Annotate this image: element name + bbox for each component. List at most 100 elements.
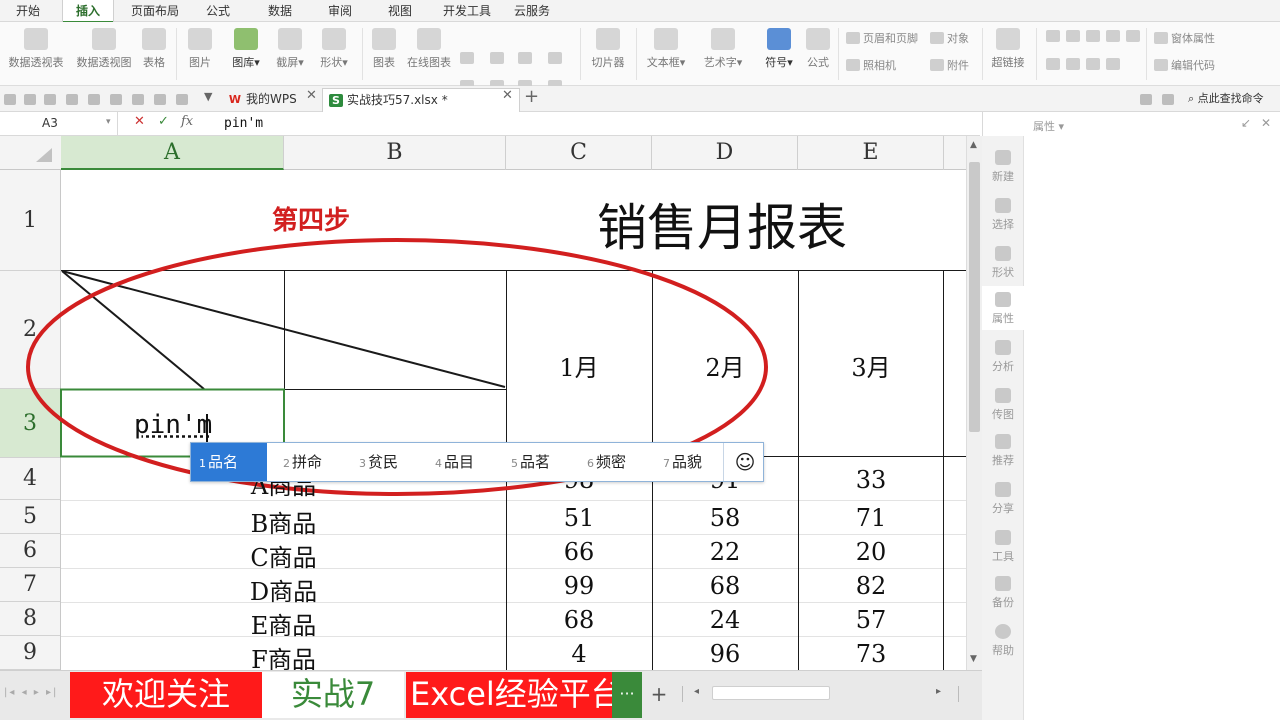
shape-icon: [995, 246, 1011, 261]
ribbon-separator: [1146, 28, 1147, 80]
value-cell: 82: [855, 572, 887, 600]
product-name: C商品: [250, 544, 317, 572]
side-item-upload-image[interactable]: 传图: [982, 388, 1024, 422]
add-sheet-button[interactable]: +: [648, 672, 670, 718]
search-icon: ⌕: [1188, 92, 1195, 105]
properties-icon: [995, 292, 1011, 307]
text-cursor: [206, 414, 208, 442]
analysis-icon: [995, 340, 1011, 355]
scroll-right-icon[interactable]: ▸: [936, 686, 941, 697]
editing-cell-text[interactable]: pin'm: [134, 410, 212, 440]
split-handle[interactable]: [958, 686, 959, 702]
value-cell: 20: [855, 538, 887, 566]
ime-candidate[interactable]: 6 频密: [579, 443, 655, 481]
step-label: 第四步: [271, 206, 350, 236]
month-header-mar: 3月: [851, 354, 891, 382]
side-item-recommend[interactable]: 推荐: [982, 434, 1024, 468]
side-item-select[interactable]: 选择: [982, 198, 1024, 232]
close-pane-icon[interactable]: ✕: [1261, 116, 1271, 130]
vertical-scrollbar[interactable]: ▲ ▼: [966, 136, 982, 670]
ime-divider: [723, 443, 724, 481]
product-name: B商品: [250, 510, 317, 538]
side-item-tools[interactable]: 工具: [982, 530, 1024, 564]
ime-candidate[interactable]: 4 品目: [427, 443, 503, 481]
frame-control-icon[interactable]: [1066, 30, 1080, 42]
diagonal-line: [61, 270, 506, 388]
value-cell: 4: [571, 640, 587, 668]
task-pane: 属性 ▾ ↙ ✕: [982, 112, 1280, 720]
sheet-tab-active[interactable]: 实战7: [262, 672, 404, 718]
combobox-control-icon[interactable]: [1066, 58, 1080, 70]
side-item-backup[interactable]: 备份: [982, 576, 1024, 610]
button-control-icon[interactable]: [1086, 30, 1100, 42]
month-header-feb: 2月: [705, 354, 745, 382]
label-control-icon[interactable]: [1046, 30, 1060, 42]
edit-code-button[interactable]: 编辑代码: [1154, 57, 1215, 73]
side-item-analysis[interactable]: 分析: [982, 340, 1024, 374]
ime-candidate-bar: 1 品名 2 拼命 3 贫民 4 品目 5 品茗 6 频密 7 品貌 ☺: [190, 442, 764, 482]
code-icon: [1154, 59, 1168, 71]
value-cell: 71: [855, 504, 887, 532]
month-header-jan: 1月: [559, 354, 599, 382]
scroll-up-icon[interactable]: ▲: [970, 140, 977, 150]
checkbox-control-icon[interactable]: [1106, 30, 1120, 42]
product-name: E商品: [250, 612, 317, 640]
ime-candidate[interactable]: 1 品名: [191, 443, 267, 481]
skin-icon[interactable]: [1140, 94, 1152, 105]
value-cell: 57: [855, 606, 887, 634]
backup-icon: [995, 576, 1011, 591]
value-cell: 22: [709, 538, 741, 566]
value-cell: 73: [855, 640, 887, 668]
hyperlink-icon: [996, 28, 1020, 50]
value-cell: 58: [709, 504, 741, 532]
task-pane-title[interactable]: 属性 ▾: [1033, 118, 1064, 134]
tools-icon: [995, 530, 1011, 545]
collapse-pane-icon[interactable]: ↙: [1241, 116, 1251, 130]
new-doc-icon: [995, 150, 1011, 165]
ribbon-separator: [982, 28, 983, 80]
value-cell: 68: [563, 606, 595, 634]
value-cell: 51: [563, 504, 595, 532]
scroll-left-icon[interactable]: ◂: [694, 686, 699, 697]
side-item-new[interactable]: 新建: [982, 150, 1024, 184]
control-properties-button[interactable]: 窗体属性: [1154, 30, 1215, 46]
recommend-icon: [995, 434, 1011, 449]
ime-candidate[interactable]: 5 品茗: [503, 443, 579, 481]
value-cell: 33: [855, 466, 887, 494]
help-icon: [995, 624, 1011, 639]
image-upload-icon: [995, 388, 1011, 403]
settings-icon[interactable]: [1162, 94, 1174, 105]
sheet-tab[interactable]: Excel经验平台: [406, 672, 612, 718]
side-item-shape[interactable]: 形状: [982, 246, 1024, 280]
ribbon-separator: [1036, 28, 1037, 80]
emoji-icon[interactable]: ☺: [727, 443, 763, 481]
vertical-scroll-thumb[interactable]: [969, 162, 980, 432]
ime-candidate[interactable]: 3 贫民: [351, 443, 427, 481]
sheet-title: 销售月报表: [597, 199, 847, 257]
ime-candidate[interactable]: 2 拼命: [275, 443, 351, 481]
scroll-control-icon[interactable]: [1106, 58, 1120, 70]
spin-control-icon[interactable]: [1086, 58, 1100, 70]
ime-candidate[interactable]: 7 品貌: [655, 443, 725, 481]
listbox-control-icon[interactable]: [1046, 58, 1060, 70]
value-cell: 99: [563, 572, 595, 600]
select-icon: [995, 198, 1011, 213]
value-cell: 68: [709, 572, 741, 600]
hyperlink-button[interactable]: 超链接: [988, 28, 1028, 70]
tab-scroll-divider: [682, 686, 683, 702]
sheet-nav-arrows-icon[interactable]: |◂ ◂ ▸ ▸|: [4, 687, 58, 698]
side-item-share[interactable]: 分享: [982, 482, 1024, 516]
more-sheets-button[interactable]: ···: [612, 672, 642, 718]
value-cell: 24: [709, 606, 741, 634]
value-cell: 66: [563, 538, 595, 566]
radio-control-icon[interactable]: [1126, 30, 1140, 42]
value-cell: 96: [709, 640, 741, 668]
share-icon: [995, 482, 1011, 497]
side-item-properties[interactable]: 属性: [982, 286, 1024, 330]
sheet-tab[interactable]: 欢迎关注: [70, 672, 262, 718]
scroll-down-icon[interactable]: ▼: [970, 654, 977, 664]
side-item-help[interactable]: 帮助: [982, 624, 1024, 658]
horizontal-scroll-thumb[interactable]: [712, 686, 830, 700]
properties-icon: [1154, 32, 1168, 44]
find-command-search[interactable]: ⌕ 点此查找命令: [1188, 90, 1264, 106]
